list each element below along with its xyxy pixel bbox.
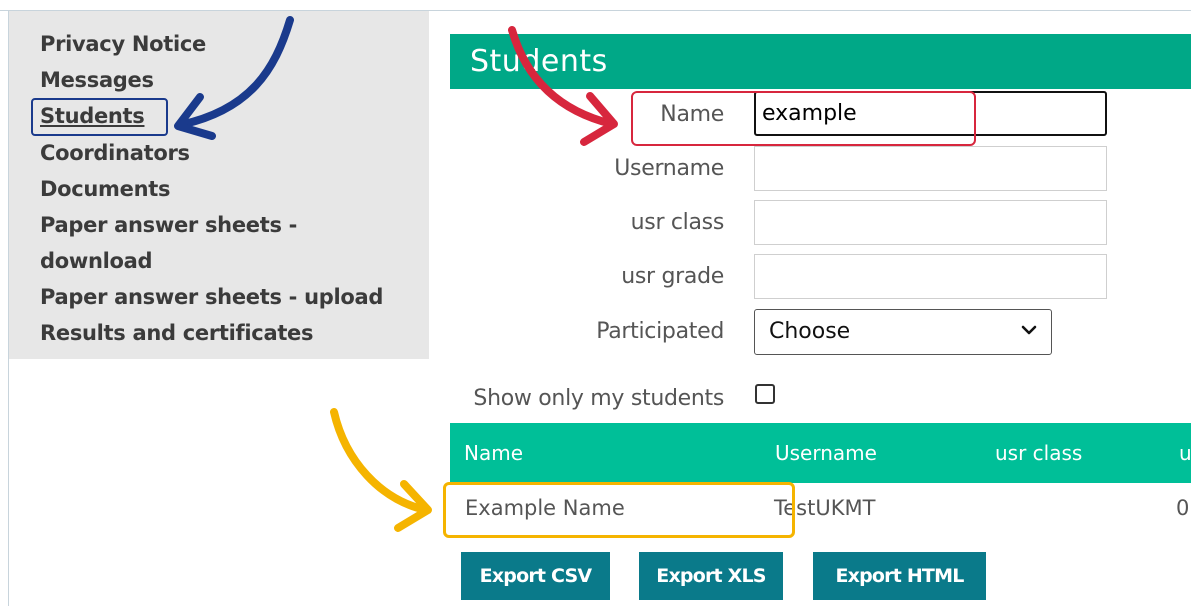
column-header-class[interactable]: usr class: [995, 441, 1082, 465]
sidebar-item-results[interactable]: Results and certificates: [40, 320, 314, 346]
show-mine-checkbox[interactable]: [755, 384, 775, 404]
sidebar-item-privacy-notice[interactable]: Privacy Notice: [40, 31, 206, 57]
participated-select[interactable]: Choose: [754, 309, 1052, 355]
show-mine-label: Show only my students: [473, 386, 724, 411]
participated-label: Participated: [596, 319, 724, 344]
sidebar-item-paper-download[interactable]: Paper answer sheets -: [40, 212, 297, 238]
cell-grade: 0: [1176, 496, 1190, 520]
yellow-arrowhead-icon: [394, 480, 432, 532]
page-header: Students: [450, 34, 1191, 89]
students-highlight-box: [31, 98, 168, 136]
yellow-arrow-icon: [330, 408, 430, 514]
username-label: Username: [614, 156, 724, 181]
name-field-highlight-box: [631, 91, 976, 146]
grade-input[interactable]: [754, 254, 1107, 299]
sidebar-item-coordinators[interactable]: Coordinators: [40, 140, 190, 166]
chevron-down-icon: [1021, 325, 1037, 335]
page-title: Students: [470, 44, 608, 79]
export-xls-button[interactable]: Export XLS: [639, 552, 783, 600]
export-csv-button[interactable]: Export CSV: [461, 552, 610, 600]
column-header-name[interactable]: Name: [464, 441, 523, 465]
sidebar-item-documents[interactable]: Documents: [40, 176, 170, 202]
export-html-button[interactable]: Export HTML: [813, 552, 986, 600]
column-header-grade[interactable]: u: [1179, 441, 1191, 465]
column-header-username[interactable]: Username: [775, 441, 877, 465]
result-row-highlight-box: [443, 482, 795, 538]
username-input[interactable]: [754, 146, 1107, 191]
class-input[interactable]: [754, 200, 1107, 245]
sidebar-item-paper-upload[interactable]: Paper answer sheets - upload: [40, 284, 383, 310]
sidebar-nav: Privacy Notice Messages Students Coordin…: [9, 11, 429, 359]
class-label: usr class: [630, 210, 725, 235]
sidebar-item-messages[interactable]: Messages: [40, 67, 154, 93]
grade-label: usr grade: [621, 264, 724, 289]
sidebar-item-paper-download-cont[interactable]: download: [40, 248, 153, 274]
table-header: Name Username usr class u: [450, 423, 1191, 483]
participated-selected-value: Choose: [769, 319, 851, 344]
